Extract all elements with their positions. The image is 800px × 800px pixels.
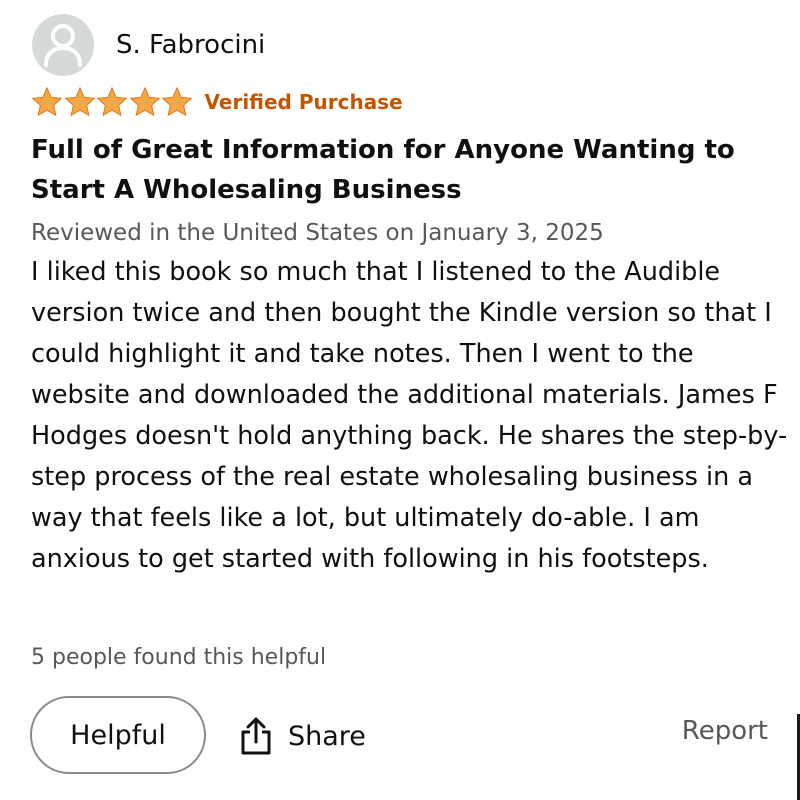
share-icon (238, 716, 274, 756)
star-icon (161, 86, 193, 117)
star-icon (64, 86, 95, 117)
reviewer-header: S. Fabrocini (32, 14, 265, 76)
helpful-button-label: Helpful (70, 719, 166, 751)
verified-purchase-badge: Verified Purchase (204, 90, 403, 114)
helpful-count: 5 people found this helpful (31, 645, 327, 670)
star-icon (31, 86, 63, 117)
reviewer-name[interactable]: S. Fabrocini (116, 30, 265, 60)
review-card: S. Fabrocini Verified Purchase Full of G… (0, 0, 800, 800)
star-icon (96, 86, 128, 117)
rating-row: Verified Purchase (31, 86, 403, 118)
share-label: Share (288, 720, 366, 752)
review-body: I liked this book so much that I listene… (31, 257, 788, 574)
star-icon (129, 86, 160, 117)
review-title: Full of Great Information for Anyone Wan… (31, 135, 735, 205)
report-link[interactable]: Report (682, 716, 768, 746)
avatar[interactable] (32, 14, 94, 76)
star-rating[interactable] (31, 86, 194, 118)
helpful-button[interactable]: Helpful (30, 696, 206, 774)
review-date: Reviewed in the United States on January… (31, 220, 604, 246)
user-silhouette-icon (44, 24, 82, 67)
share-button[interactable]: Share (238, 710, 366, 762)
